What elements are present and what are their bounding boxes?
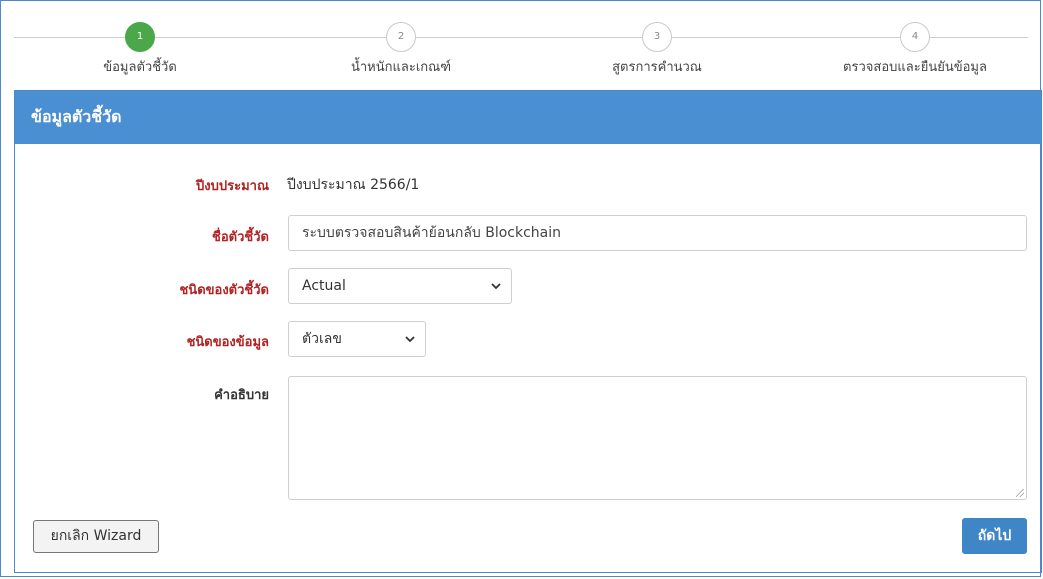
indicator-type-selected-value: Actual (302, 278, 346, 294)
wizard-step-2[interactable]: 2 น้ำหนักและเกณฑ์ (311, 22, 491, 77)
wizard-step-1[interactable]: 1 ข้อมูลตัวชี้วัด (50, 22, 230, 77)
indicator-type-label: ชนิดของตัวชี้วัด (179, 283, 269, 298)
step-label: ข้อมูลตัวชี้วัด (103, 60, 177, 75)
panel-title: ข้อมูลตัวชี้วัด (15, 91, 1041, 144)
wizard-step-3[interactable]: 3 สูตรการคำนวณ (567, 22, 747, 77)
fiscal-year-label: ปีงบประมาณ (196, 179, 269, 194)
indicator-name-label: ชื่อตัวชี้วัด (212, 230, 269, 245)
data-type-select[interactable]: ตัวเลข (288, 321, 426, 357)
step-number-badge: 3 (642, 22, 672, 52)
description-textarea[interactable] (288, 376, 1027, 500)
data-type-label: ชนิดของข้อมูล (186, 335, 269, 350)
chevron-down-icon (404, 322, 416, 370)
step-label: ตรวจสอบและยืนยันข้อมูล (843, 60, 987, 75)
step-number-badge: 1 (125, 22, 155, 52)
chevron-down-icon (490, 269, 502, 317)
step-label: น้ำหนักและเกณฑ์ (350, 60, 451, 75)
cancel-wizard-button[interactable]: ยกเลิก Wizard (33, 520, 159, 553)
step-number-badge: 2 (386, 22, 416, 52)
next-button[interactable]: ถัดไป (962, 518, 1027, 554)
indicator-name-input[interactable]: ระบบตรวจสอบสินค้าย้อนกลับ Blockchain (288, 215, 1027, 251)
data-type-selected-value: ตัวเลข (302, 331, 342, 347)
wizard-step-4[interactable]: 4 ตรวจสอบและยืนยันข้อมูล (825, 22, 1005, 77)
fiscal-year-value: ปีงบประมาณ 2566/1 (287, 177, 420, 193)
step-label: สูตรการคำนวณ (612, 60, 702, 75)
resize-handle-icon[interactable] (1016, 489, 1024, 497)
indicator-type-select[interactable]: Actual (288, 268, 512, 304)
step-number-badge: 4 (900, 22, 930, 52)
indicator-info-panel: ข้อมูลตัวชี้วัด ปีงบประมาณ ปีงบประมาณ 25… (14, 90, 1042, 573)
description-label: คำอธิบาย (214, 388, 269, 403)
